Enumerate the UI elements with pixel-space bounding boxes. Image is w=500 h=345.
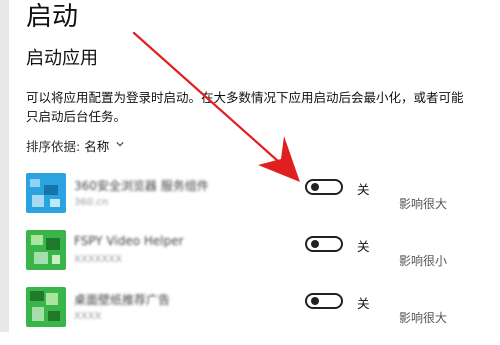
page-title: 启动 [26, 2, 79, 32]
app-icon [26, 287, 66, 327]
toggle-state-label: 关 [357, 296, 370, 311]
app-icon [26, 173, 66, 213]
sort-label: 排序依据: [26, 139, 81, 154]
sort-value: 名称 [84, 139, 110, 154]
app-publisher: XXXX [74, 311, 102, 322]
chevron-down-icon [116, 142, 124, 147]
section-title: 启动应用 [26, 48, 98, 69]
app-publisher: 360.cn [74, 197, 109, 208]
section-description: 可以将应用配置为登录时启动。在大多数情况下应用启动后会最小化，或者可能只启动后台… [26, 90, 464, 124]
startup-impact: 影响很大 [399, 311, 448, 325]
startup-app-row: 360安全浏览器 服务组件 360.cn 关 影响很大 [0, 173, 500, 231]
app-icon [26, 230, 66, 270]
startup-toggle[interactable] [305, 179, 343, 195]
startup-toggle[interactable] [305, 293, 343, 309]
app-name: FSPY Video Helper [74, 234, 184, 248]
app-name: 桌面壁纸推荐广告 [74, 293, 171, 307]
app-name: 360安全浏览器 服务组件 [74, 179, 209, 193]
toggle-state-label: 关 [357, 239, 370, 254]
sort-dropdown[interactable]: 排序依据: 名称 [26, 136, 124, 155]
startup-impact: 影响很大 [399, 197, 448, 211]
startup-app-row: 桌面壁纸推荐广告 XXXX 关 影响很大 [0, 287, 500, 345]
startup-toggle[interactable] [305, 236, 343, 252]
toggle-state-label: 关 [357, 182, 370, 197]
app-publisher: XXXXXXX [74, 254, 122, 265]
startup-impact: 影响很小 [399, 254, 448, 268]
startup-app-row: FSPY Video Helper XXXXXXX 关 影响很小 [0, 230, 500, 288]
